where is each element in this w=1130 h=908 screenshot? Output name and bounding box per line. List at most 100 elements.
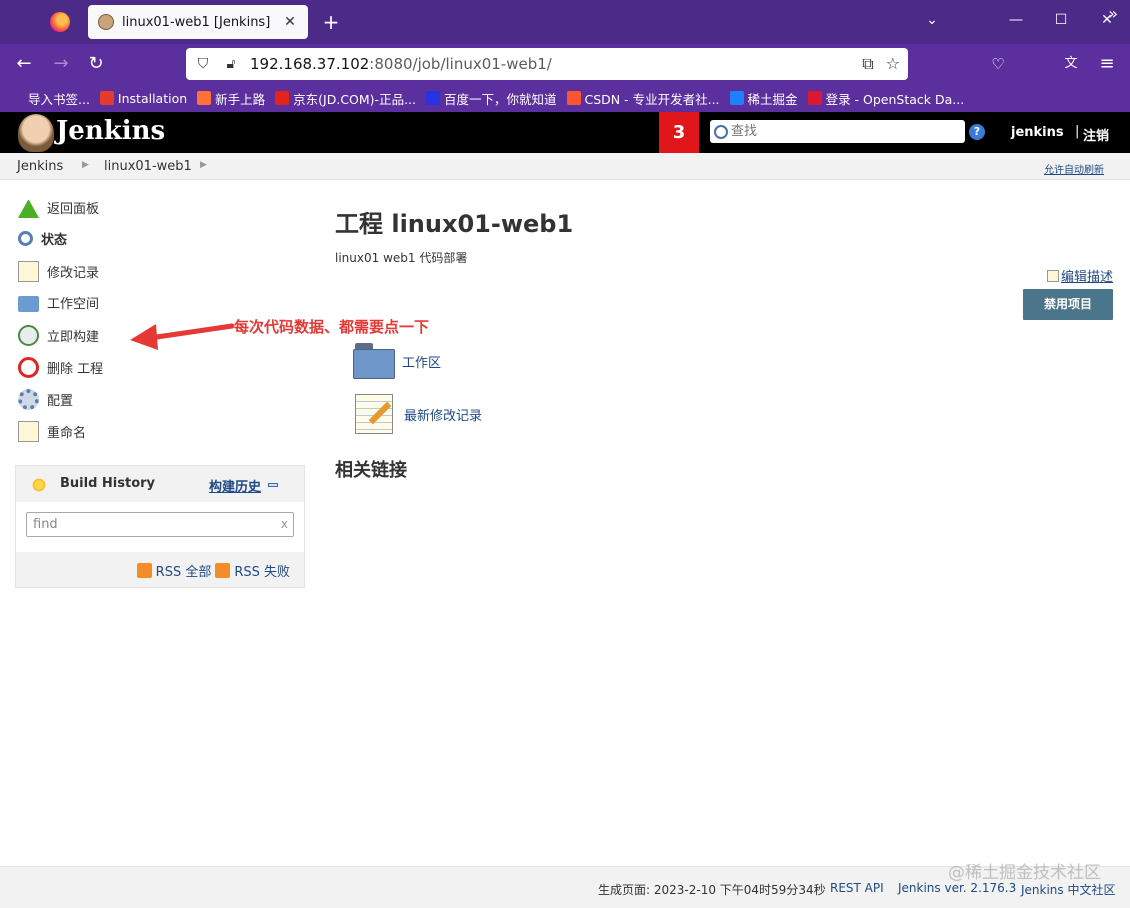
rest-api-link[interactable]: REST API: [830, 881, 884, 895]
watermark: @稀土掘金技术社区: [948, 863, 1101, 883]
collapse-icon[interactable]: [268, 483, 278, 487]
juejin-icon: [729, 91, 744, 105]
firefox-icon: [197, 91, 212, 105]
notepad-icon: [1047, 269, 1059, 282]
bookmark-item[interactable]: 京东(JD.COM)-正品...: [275, 89, 416, 108]
browser-tab-bar: linux01-web1 [Jenkins] ✕ + ⌄ — ☐ ✕: [0, 0, 1130, 44]
task-changes[interactable]: 修改记录: [18, 261, 99, 282]
breadcrumb-jenkins[interactable]: Jenkins: [17, 159, 63, 174]
bookmark-star-icon[interactable]: ☆: [886, 54, 900, 74]
annotation-text: 每次代码数据、都需要点一下: [234, 318, 430, 336]
bookmarks-bar: 导入书签... Installation 新手上路 京东(JD.COM)-正品... 百…: [0, 84, 1130, 112]
auto-refresh-link[interactable]: 允许自动刷新: [1044, 161, 1104, 176]
rss-all-link[interactable]: RSS 全部: [156, 561, 212, 580]
z-icon: [99, 91, 114, 105]
rss-icon: [215, 563, 231, 578]
task-label: 修改记录: [47, 266, 100, 281]
bookmark-item[interactable]: 百度一下，你就知道: [426, 89, 557, 108]
task-label: 删除 工程: [47, 362, 104, 377]
user-link[interactable]: jenkins: [1011, 125, 1064, 140]
notepad-icon[interactable]: [353, 392, 397, 436]
task-label: 配置: [47, 394, 74, 409]
browser-tab[interactable]: linux01-web1 [Jenkins] ✕: [88, 5, 308, 39]
tab-list-icon[interactable]: ⌄: [922, 12, 942, 28]
menu-icon[interactable]: ≡: [1095, 52, 1119, 76]
search-icon: [18, 231, 33, 246]
clock-icon: [18, 325, 39, 346]
workspace-link[interactable]: 工作区: [402, 352, 441, 371]
task-back-to-dashboard[interactable]: 返回面板: [18, 197, 99, 218]
back-icon[interactable]: ←: [12, 52, 36, 76]
firefox-icon[interactable]: [50, 12, 70, 32]
csdn-icon: [566, 91, 581, 105]
edit-description-label: 编辑描述: [1061, 270, 1114, 285]
bookmark-label: 新手上路: [215, 91, 266, 107]
edit-description-link[interactable]: 编辑描述: [1047, 266, 1113, 285]
task-label: 返回面板: [47, 202, 100, 217]
logout-link[interactable]: 注销: [1083, 125, 1109, 144]
build-history-body: find x: [16, 502, 304, 552]
task-configure[interactable]: 配置: [18, 389, 73, 410]
pocket-icon[interactable]: ♡: [986, 52, 1010, 76]
bookmark-label: 百度一下，你就知道: [444, 91, 557, 107]
openstack-icon: [807, 91, 822, 105]
new-tab-icon[interactable]: +: [320, 10, 342, 34]
bookmark-label: 登录 - OpenStack Da...: [825, 91, 965, 107]
latest-changes-link-row[interactable]: 最新修改记录: [353, 392, 482, 436]
header-separator: |: [1075, 124, 1080, 139]
task-status[interactable]: 状态: [18, 229, 67, 248]
bookmark-label: Installation: [117, 90, 188, 106]
translate-icon[interactable]: ⧉: [862, 54, 873, 74]
browser-nav-bar: ← → ↻ ⛉ 🔓︎ 192.168.37.102:8080/job/linux…: [0, 44, 1130, 84]
jenkins-logo-icon[interactable]: [18, 114, 54, 152]
jenkins-community-link[interactable]: Jenkins 中文社区: [1021, 883, 1115, 897]
disable-project-button[interactable]: 禁用项目: [1023, 289, 1113, 320]
bookmark-item[interactable]: CSDN - 专业开发者社...: [566, 89, 720, 108]
rss-icon: [136, 563, 152, 578]
rss-failed-link[interactable]: RSS 失败: [234, 561, 290, 580]
bookmark-item[interactable]: 导入书签...: [10, 89, 90, 108]
gear-icon: [18, 389, 39, 410]
close-tab-icon[interactable]: ✕: [282, 14, 298, 30]
reload-icon[interactable]: ↻: [84, 52, 108, 76]
insecure-lock-icon[interactable]: 🔓︎: [222, 55, 240, 73]
clear-filter-icon[interactable]: x: [281, 517, 288, 531]
tab-title: linux01-web1 [Jenkins]: [122, 14, 271, 30]
more-bookmarks-icon[interactable]: »: [1108, 4, 1118, 23]
breadcrumb-arrow-icon[interactable]: ▶: [82, 160, 89, 170]
up-arrow-icon: [18, 197, 39, 218]
project-description: linux01 web1 代码部署: [335, 251, 468, 265]
breadcrumb-arrow-icon[interactable]: ▶: [200, 160, 207, 170]
breadcrumb-job[interactable]: linux01-web1: [104, 159, 192, 174]
task-delete-project[interactable]: 删除 工程: [18, 357, 103, 378]
build-history-title: Build History: [60, 476, 156, 491]
notification-badge[interactable]: 3: [659, 112, 699, 153]
search-input[interactable]: [731, 124, 965, 139]
task-build-now[interactable]: 立即构建: [18, 325, 99, 346]
bookmark-item[interactable]: 登录 - OpenStack Da...: [807, 89, 965, 108]
help-icon[interactable]: ?: [969, 124, 985, 140]
search-box[interactable]: [710, 120, 965, 143]
forward-icon[interactable]: →: [49, 52, 73, 76]
jenkins-version-link[interactable]: Jenkins ver. 2.176.3: [898, 881, 1016, 895]
latest-changes-link[interactable]: 最新修改记录: [404, 405, 482, 424]
bookmark-item[interactable]: Installation: [99, 90, 188, 106]
task-rename[interactable]: 重命名: [18, 421, 86, 442]
related-links-heading: 相关链接: [335, 460, 407, 481]
search-icon: [714, 124, 728, 139]
build-history-filter-input[interactable]: find x: [26, 512, 294, 537]
minimize-icon[interactable]: —: [1006, 12, 1026, 28]
jenkins-title[interactable]: Jenkins: [56, 116, 165, 146]
bookmark-item[interactable]: 新手上路: [197, 89, 265, 108]
workspace-link-row[interactable]: 工作区: [353, 343, 441, 379]
maximize-icon[interactable]: ☐: [1051, 12, 1071, 28]
url-bar[interactable]: ⛉ 🔓︎ 192.168.37.102:8080/job/linux01-web…: [186, 48, 908, 80]
task-workspace[interactable]: 工作空间: [18, 293, 99, 312]
shield-icon[interactable]: ⛉: [194, 55, 212, 73]
build-history-trend-link[interactable]: 构建历史: [209, 476, 261, 495]
notepad-icon: [18, 261, 39, 282]
translate-extension-icon[interactable]: 文: [1059, 52, 1083, 76]
bookmark-item[interactable]: 稀土掘金: [729, 89, 798, 108]
folder-icon[interactable]: [353, 343, 395, 379]
rss-links: RSS 全部 RSS 失败: [136, 561, 290, 580]
